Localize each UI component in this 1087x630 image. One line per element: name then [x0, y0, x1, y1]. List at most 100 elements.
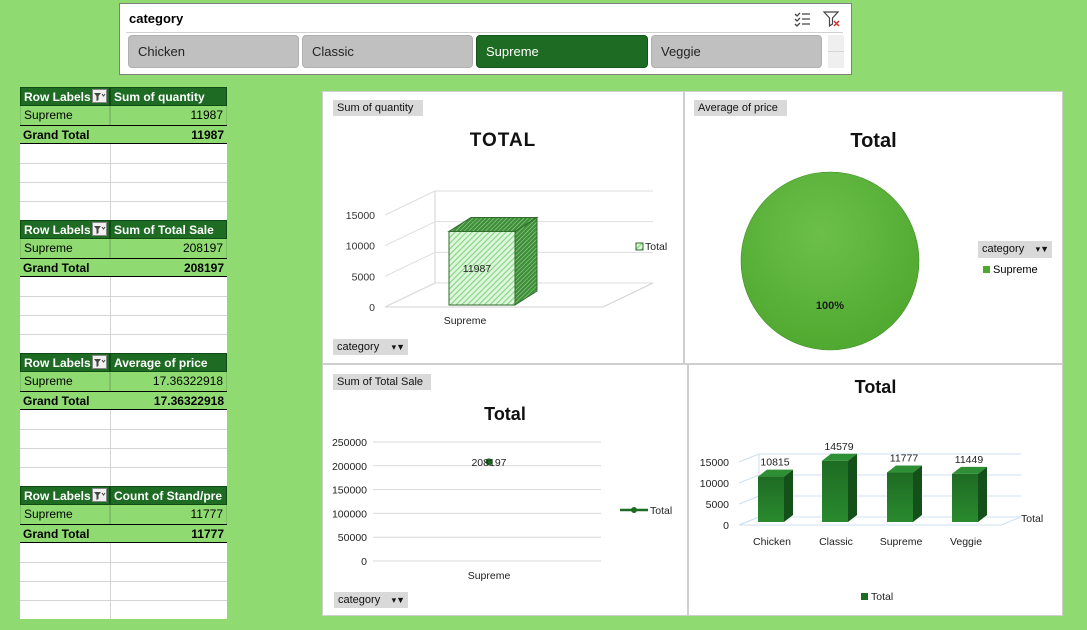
x-tick-label: Veggie	[950, 536, 982, 548]
clear-filter-icon[interactable]	[823, 10, 841, 28]
dropdown-filter-icon: ▾▼	[1035, 244, 1049, 254]
gridline	[738, 516, 760, 526]
table-row: Supreme 11987	[20, 106, 227, 125]
grand-total-label: Grand Total	[23, 527, 90, 541]
field-button-label: category	[337, 341, 380, 353]
category-slicer: category Chicken Classic Supreme Veggie	[119, 3, 852, 75]
pie-slice-supreme	[740, 171, 920, 351]
gridline	[384, 251, 436, 277]
gridline	[384, 221, 436, 247]
y-tick-label: 5000	[352, 271, 376, 283]
data-label: 11449	[955, 454, 984, 466]
grand-total-row: Grand Total 11777	[20, 524, 227, 543]
x-tick-label: Supreme	[880, 536, 923, 548]
slicer-item-supreme[interactable]: Supreme	[476, 35, 648, 68]
row-value: 11987	[110, 106, 227, 125]
slicer-divider	[126, 32, 843, 33]
row-labels-filter-button[interactable]	[92, 222, 107, 236]
slicer-item-veggie[interactable]: Veggie	[651, 35, 822, 68]
bar-side-classic	[848, 453, 857, 522]
y-tick-label: 0	[369, 302, 375, 314]
data-label: 14579	[824, 441, 853, 453]
x-tick-label: Chicken	[753, 536, 791, 548]
pivot-table-count: Row Labels Count of Stand/pre Supreme 11…	[20, 486, 227, 543]
gridline	[20, 600, 227, 601]
bar-veggie	[952, 473, 978, 522]
gridline	[20, 315, 227, 316]
y-tick-label: 15000	[346, 210, 375, 222]
filter-icon	[94, 359, 106, 367]
value-header: Average of price	[110, 353, 227, 372]
row-label: Supreme	[20, 505, 110, 524]
row-labels-filter-button[interactable]	[92, 488, 107, 502]
gridline	[20, 429, 227, 430]
grand-total-value: 208197	[183, 261, 224, 275]
gridline	[20, 201, 227, 202]
x-tick-label: Supreme	[468, 570, 511, 582]
gridline	[384, 282, 436, 308]
bar-classic	[822, 460, 848, 522]
sale-chart-pane[interactable]: Sum of Total Sale Total 0 50000 100000 1500…	[322, 364, 688, 616]
y-tick-label: 15000	[700, 457, 729, 469]
filter-icon	[94, 492, 106, 500]
grand-total-value: 11777	[191, 527, 224, 541]
count-column-chart: 0 5000 10000 15000 10815 Chicken 14579 Classic 1…	[700, 441, 1043, 603]
y-tick-label: 0	[723, 520, 729, 532]
grand-total-label: Grand Total	[23, 128, 90, 142]
sale-line-chart: 0 50000 100000 150000 200000 250000 208197 Supr…	[332, 437, 672, 582]
gridline	[20, 182, 227, 183]
grand-total-value: 11987	[191, 128, 224, 142]
gridline	[20, 581, 227, 582]
gridline	[20, 467, 227, 468]
row-value: 208197	[110, 239, 227, 258]
row-labels-filter-button[interactable]	[92, 355, 107, 369]
count-chart-pane[interactable]: Total 0 5000 10000 15000 10815 Chicken 14579 Cl…	[688, 364, 1063, 616]
legend-swatch	[861, 593, 868, 600]
slicer-item-classic[interactable]: Classic	[302, 35, 473, 68]
legend-swatch	[635, 242, 644, 251]
bar-side-veggie	[978, 466, 987, 522]
y-tick-label: 0	[361, 556, 367, 568]
slicer-title: category	[129, 11, 184, 26]
bar-supreme	[887, 472, 913, 522]
data-label: 11777	[890, 453, 919, 465]
multi-select-icon[interactable]	[793, 10, 811, 28]
data-label: 100%	[816, 300, 844, 312]
legend-swatch	[983, 266, 990, 273]
legend-entry: Supreme	[983, 264, 1038, 276]
legend-label: Total	[650, 505, 672, 517]
gridline	[20, 296, 227, 297]
legend-label: Total	[645, 241, 667, 253]
quantity-chart-pane[interactable]: Sum of quantity TOTAL 0 5000 10000 15000 119…	[322, 91, 684, 364]
pivot-header-row: Row Labels Sum of Total Sale	[20, 220, 227, 239]
filter-icon	[94, 226, 106, 234]
category-axis-field-button[interactable]: category ▾▼	[333, 339, 408, 355]
row-label: Supreme	[20, 106, 110, 125]
gridline	[20, 163, 227, 164]
data-label: 10815	[760, 457, 789, 469]
y-tick-label: 100000	[332, 508, 367, 520]
x-tick-label: Supreme	[444, 315, 487, 327]
y-tick-label: 10000	[346, 241, 375, 253]
y-tick-label: 50000	[338, 532, 367, 544]
quantity-column-chart: 0 5000 10000 15000 11987 Supreme Total	[346, 190, 667, 327]
category-axis-field-button[interactable]: category ▾▼	[334, 592, 408, 608]
table-row: Supreme 11777	[20, 505, 227, 524]
y-tick-label: 10000	[700, 478, 729, 490]
row-labels-filter-button[interactable]	[92, 89, 107, 103]
grand-total-label: Grand Total	[23, 394, 90, 408]
y-tick-label: 200000	[332, 461, 367, 473]
row-value: 11777	[110, 505, 227, 524]
slicer-item-chicken[interactable]: Chicken	[128, 35, 299, 68]
slicer-scrollbar[interactable]	[828, 35, 844, 68]
pivot-table-price: Row Labels Average of price Supreme 17.3…	[20, 353, 227, 410]
grand-total-row: Grand Total 208197	[20, 258, 227, 277]
pivot-header-row: Row Labels Sum of quantity	[20, 87, 227, 106]
price-chart-pane[interactable]: Average of price Total 100% category ▾▼ …	[684, 91, 1063, 364]
category-legend-field-button[interactable]: category ▾▼	[978, 241, 1052, 258]
gridline	[738, 453, 760, 463]
legend-label: Supreme	[993, 264, 1038, 276]
grand-total-value: 17.36322918	[153, 394, 224, 408]
dropdown-filter-icon: ▾▼	[391, 342, 405, 352]
depth-axis-label: Total	[1021, 513, 1043, 525]
